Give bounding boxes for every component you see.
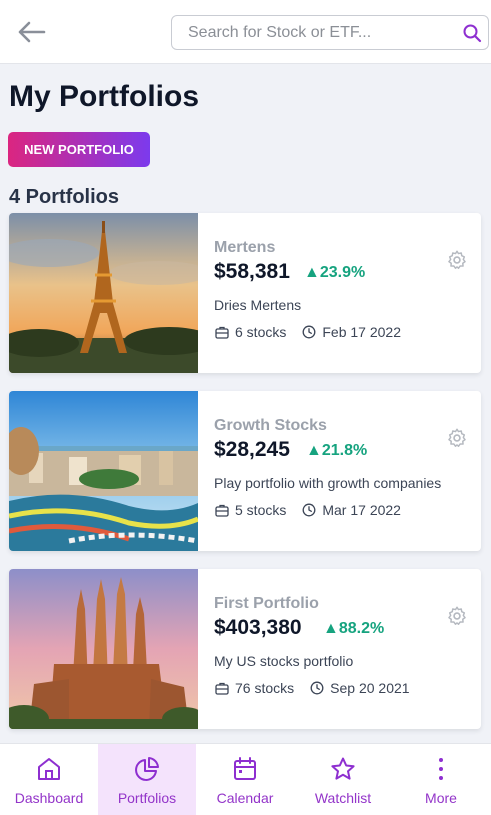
created-date: Mar 17 2022 — [322, 502, 401, 518]
portfolio-name[interactable]: First Portfolio — [214, 595, 319, 613]
top-bar — [0, 0, 491, 64]
portfolio-card[interactable]: Growth Stocks $28,245 ▲21.8% Play portfo… — [9, 391, 481, 551]
created-date: Sep 20 2021 — [330, 680, 410, 696]
nav-label: Portfolios — [117, 790, 177, 806]
nav-label: Watchlist — [314, 790, 372, 806]
portfolio-card[interactable]: Mertens $58,381 ▲23.9% Dries Mertens 6 s… — [9, 213, 481, 373]
briefcase-icon — [215, 326, 229, 339]
portfolio-name[interactable]: Growth Stocks — [214, 417, 327, 435]
nav-portfolios[interactable]: Portfolios — [98, 744, 196, 815]
portfolio-value: $58,381 — [214, 260, 290, 283]
portfolio-meta: 5 stocks Mar 17 2022 — [215, 502, 401, 518]
clock-icon — [302, 325, 316, 339]
clock-icon — [302, 503, 316, 517]
home-icon — [38, 758, 60, 780]
gear-icon[interactable] — [446, 605, 468, 627]
stock-count: 5 stocks — [235, 502, 287, 518]
eiffel-tower-photo — [9, 213, 198, 373]
search-box — [171, 15, 489, 50]
sagrada-familia-photo — [9, 569, 198, 729]
portfolio-description: Play portfolio with growth companies — [214, 475, 442, 491]
arrow-left-icon — [18, 21, 46, 43]
star-icon — [331, 757, 355, 780]
stock-count: 6 stocks — [235, 324, 287, 340]
portfolio-meta: 76 stocks Sep 20 2021 — [215, 680, 410, 696]
gear-icon[interactable] — [446, 249, 468, 271]
more-vertical-icon — [439, 758, 443, 780]
nav-label: Dashboard — [14, 790, 84, 806]
nav-calendar[interactable]: Calendar — [196, 744, 294, 815]
stock-count: 76 stocks — [235, 680, 295, 696]
search-icon[interactable] — [462, 23, 482, 43]
portfolio-change: ▲23.9% — [304, 264, 366, 281]
nav-label: More — [425, 790, 457, 806]
portfolio-card[interactable]: First Portfolio $403,380 ▲88.2% My US st… — [9, 569, 481, 729]
calendar-icon — [234, 757, 256, 780]
page-title: My Portfolios — [9, 80, 200, 113]
briefcase-icon — [215, 504, 229, 517]
portfolio-meta: 6 stocks Feb 17 2022 — [215, 324, 401, 340]
bottom-nav: Dashboard Portfolios Calendar Watchlist … — [0, 743, 491, 815]
nav-dashboard[interactable]: Dashboard — [0, 744, 98, 815]
clock-icon — [310, 681, 324, 695]
briefcase-icon — [215, 682, 229, 695]
gear-icon[interactable] — [446, 427, 468, 449]
created-date: Feb 17 2022 — [322, 324, 401, 340]
portfolio-count: 4 Portfolios — [9, 186, 120, 208]
portfolio-change: ▲21.8% — [306, 442, 368, 459]
portfolio-value: $28,245 — [214, 438, 290, 461]
nav-watchlist[interactable]: Watchlist — [294, 744, 392, 815]
pie-chart-icon — [135, 757, 159, 781]
new-portfolio-button[interactable]: NEW PORTFOLIO — [8, 132, 150, 167]
portfolio-name[interactable]: Mertens — [214, 239, 275, 257]
portfolio-description: Dries Mertens — [214, 297, 302, 313]
nav-label: Calendar — [216, 790, 274, 806]
portfolio-change: ▲88.2% — [323, 620, 385, 637]
search-input[interactable] — [188, 22, 448, 44]
portfolio-description: My US stocks portfolio — [214, 653, 354, 669]
nav-more[interactable]: More — [392, 744, 490, 815]
park-guell-photo — [9, 391, 198, 551]
portfolio-value: $403,380 — [214, 616, 302, 639]
back-button[interactable] — [14, 16, 50, 48]
